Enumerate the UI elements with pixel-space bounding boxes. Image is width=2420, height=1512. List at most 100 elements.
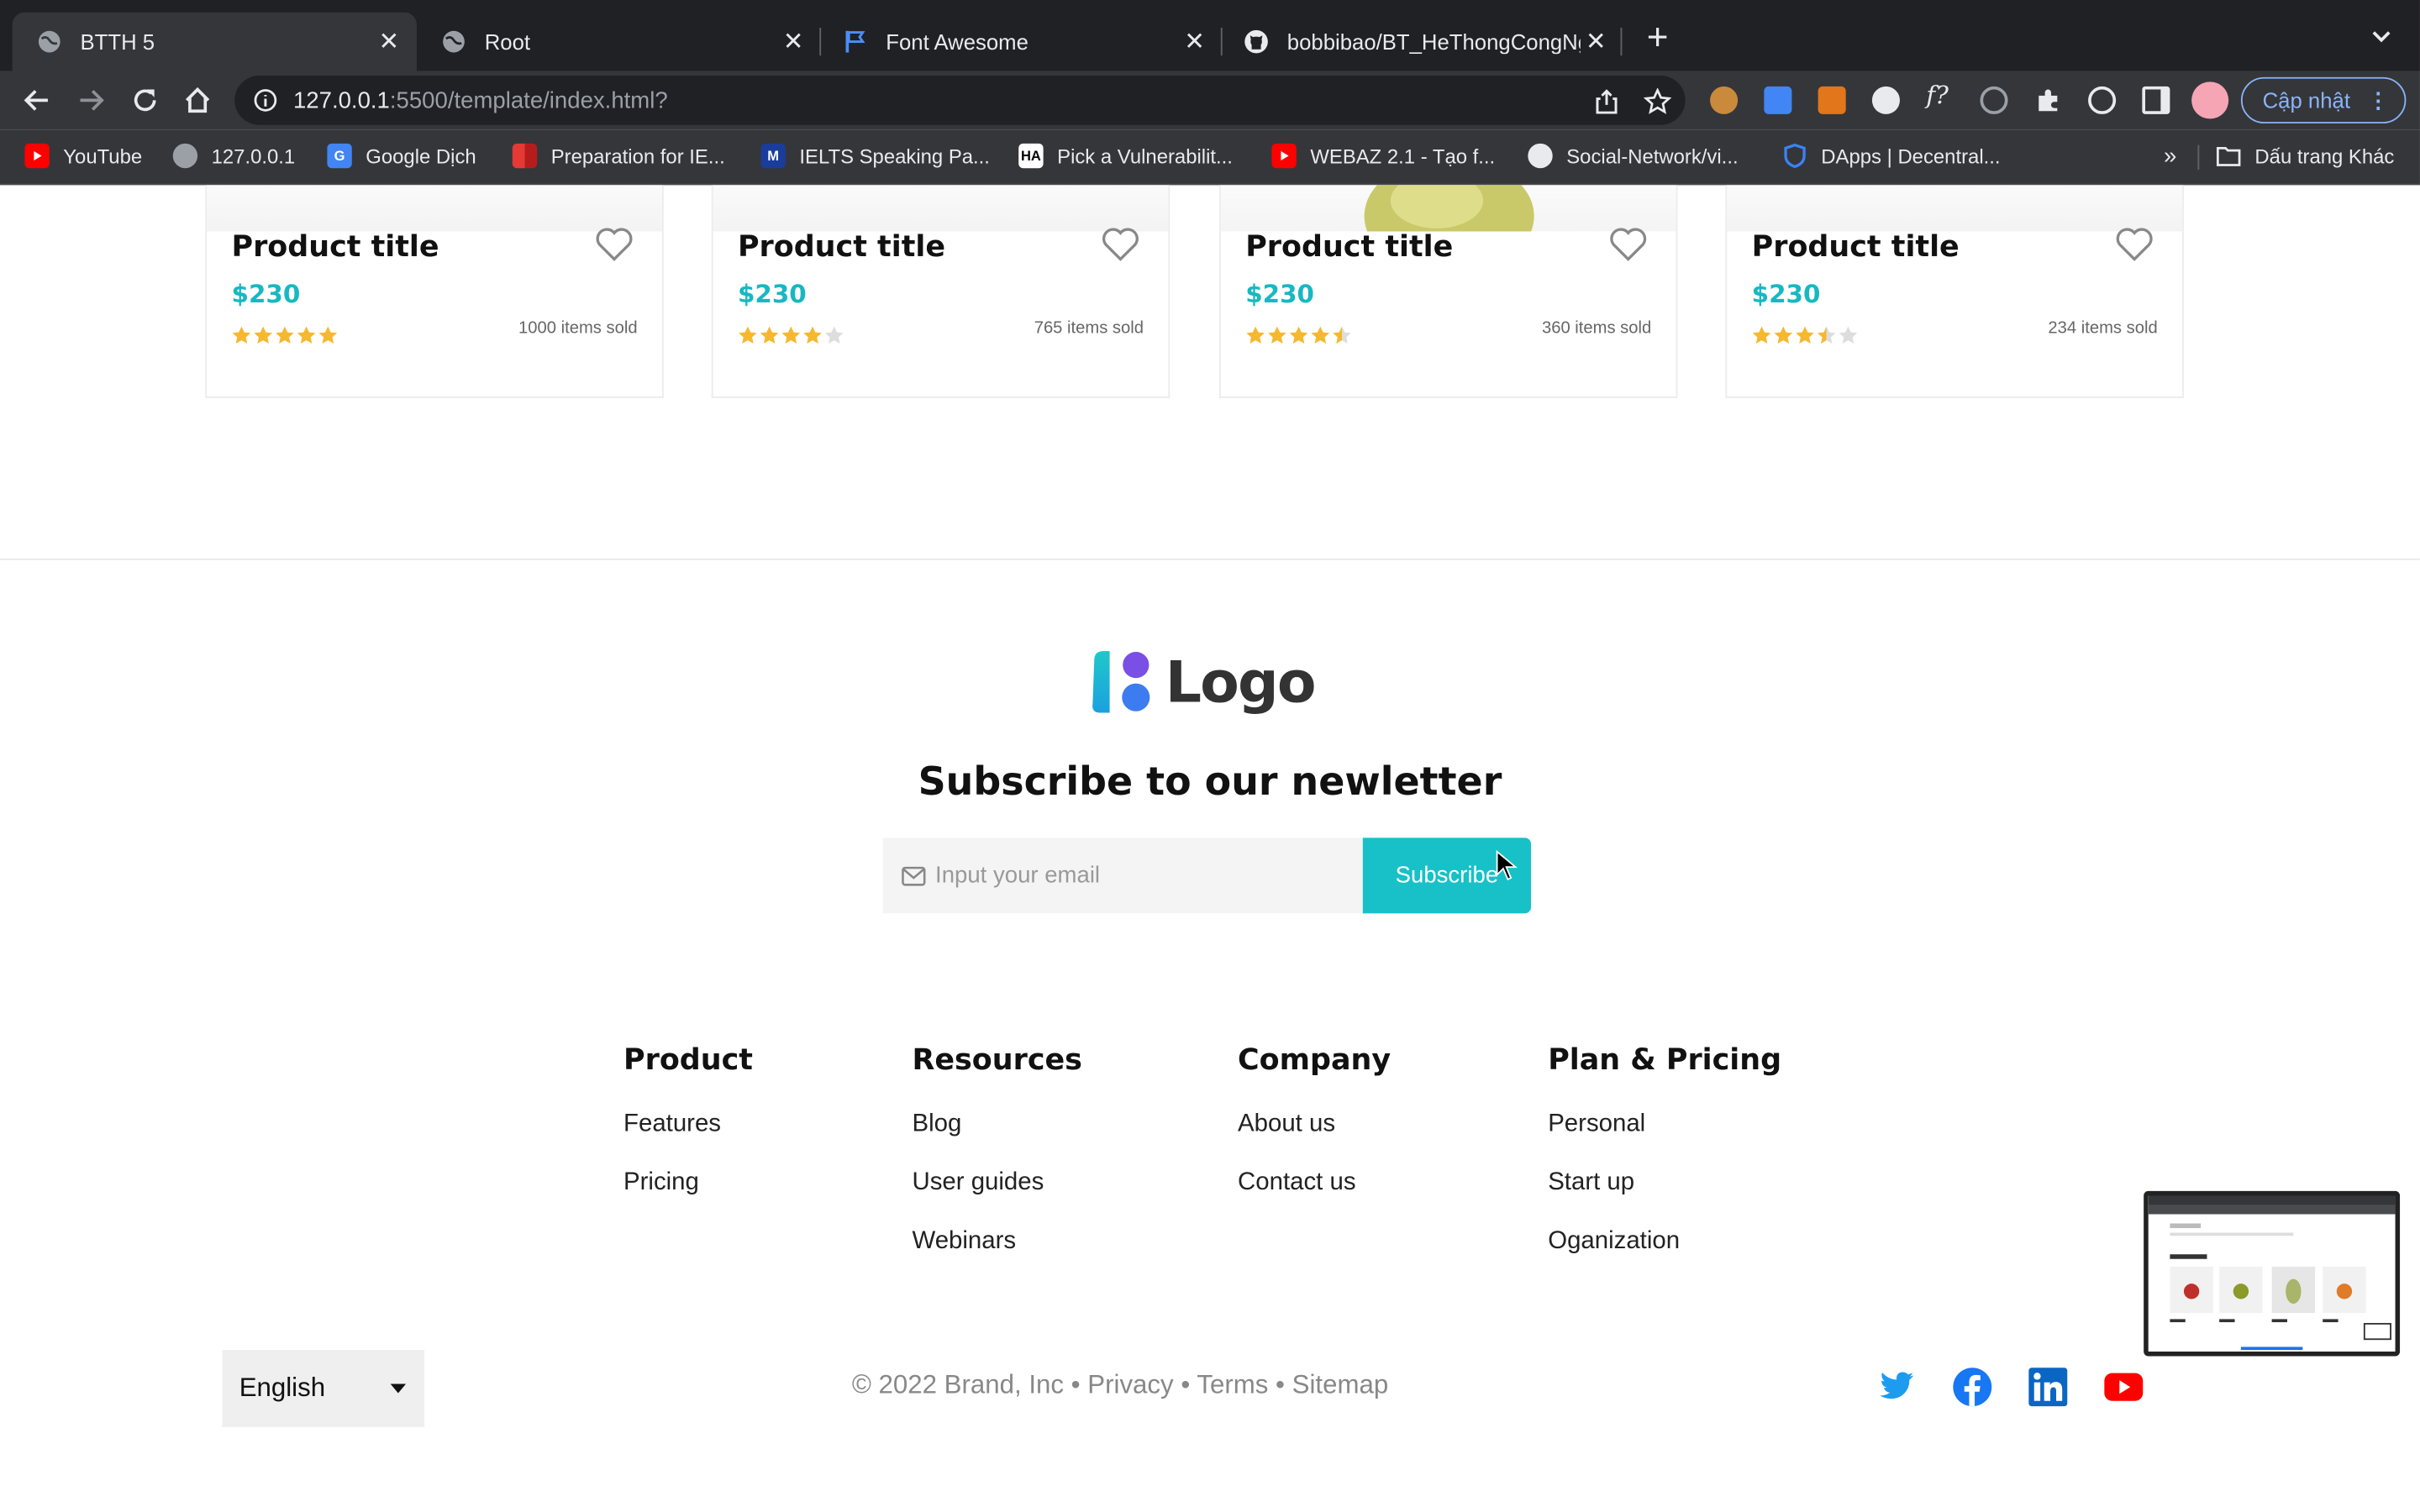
window-preview-thumbnail[interactable] [2144,1190,2401,1357]
bookmark-webaz[interactable]: WEBAZ 2.1 - Tạo f... [1271,143,1495,169]
footer-logo[interactable]: Logo [1088,648,1317,716]
footer-link-start-up[interactable]: Start up [1548,1169,1781,1228]
bookmark-dapps[interactable]: DApps | Decentral... [1782,143,2001,169]
footer-link-personal[interactable]: Personal [1548,1110,1781,1169]
bookmark-preparation[interactable]: Preparation for IE... [512,143,725,169]
star-bookmark-icon[interactable] [1643,87,1672,116]
youtube-icon[interactable] [2103,1367,2144,1407]
metamask-icon[interactable] [1818,86,1846,114]
close-icon[interactable]: ✕ [1581,26,1612,57]
more-vert-icon[interactable]: ⋮ [2367,87,2389,113]
bookmark-label: Google Dịch [366,144,476,168]
update-label: Cập nhật [2262,87,2350,113]
tab-title: Font Awesome [886,29,1028,55]
star-icon [1289,326,1308,344]
bookmark-google-translate[interactable]: G Google Dịch [327,143,476,169]
product-title[interactable]: Product title [232,230,439,264]
facebook-icon[interactable] [1952,1367,1992,1407]
ielts-logo-icon: M [760,143,786,169]
cookie-extension-icon[interactable] [1710,86,1739,114]
bookmark-localhost[interactable]: 127.0.0.1 [172,143,295,169]
items-sold: 234 items sold [2048,319,2158,339]
rating-stars [1245,326,1352,346]
star-icon [1268,326,1286,344]
star-icon [1311,326,1330,344]
github-icon [1244,29,1268,54]
footer-link-organization[interactable]: Oganization [1548,1228,1781,1287]
update-button[interactable]: Cập nhật ⋮ [2240,76,2407,123]
folder-icon [2216,144,2241,168]
lightning-icon[interactable] [2088,86,2117,114]
function-icon[interactable]: f? [1926,81,1954,110]
tab-github[interactable]: bobbibao/BT_HeThongCongNg ✕ [1219,13,1623,71]
share-icon[interactable] [1592,88,1620,116]
footer-link-webinars[interactable]: Webinars [912,1228,1081,1287]
tab-root[interactable]: Root ✕ [417,13,821,71]
product-title[interactable]: Product title [738,230,945,264]
product-card[interactable]: Product title $230 1000 items sold [205,185,664,398]
caret-down-icon [390,1383,407,1394]
extension-circle-icon[interactable] [1871,86,1900,114]
google-translate-icon[interactable] [1764,86,1792,114]
bookmark-vulnerability[interactable]: HA Pick a Vulnerabilit... [1018,143,1233,169]
bookmark-youtube[interactable]: YouTube [24,143,143,169]
heart-icon[interactable] [1608,225,1649,262]
star-icon [1246,326,1265,344]
star-icon [803,326,822,344]
footer-column-resources: Resources Blog User guides Webinars [912,1043,1081,1287]
product-card[interactable]: Product title $230 765 items sold [711,185,1171,398]
footer-link-user-guides[interactable]: User guides [912,1169,1081,1228]
footer-column-heading: Resources [912,1042,1082,1078]
bookmarks-overflow-button[interactable]: » [2164,144,2176,170]
back-icon[interactable] [20,83,54,117]
tab-separator [1620,28,1623,56]
footer-link-pricing[interactable]: Pricing [623,1169,753,1228]
language-select[interactable]: English [222,1350,425,1427]
footer-link-blog[interactable]: Blog [912,1110,1081,1169]
compass-icon[interactable] [1980,86,2008,114]
bookmark-separator [2197,144,2200,171]
page-content: Product title $230 1000 items sold Produ… [0,185,2420,1512]
footer-column-heading: Product [623,1042,753,1078]
other-bookmarks-folder[interactable]: Dấu trang Khác [2216,144,2394,168]
home-icon[interactable] [181,83,214,117]
forward-icon[interactable] [74,83,108,117]
url-host: 127.0.0.1 [292,87,390,113]
side-panel-icon[interactable] [2142,86,2170,114]
product-title[interactable]: Product title [1245,230,1453,264]
envelope-icon [902,865,926,885]
puzzle-extensions-icon[interactable] [2034,87,2062,114]
footer-link-contact-us[interactable]: Contact us [1238,1169,1391,1228]
bookmark-label: YouTube [63,144,143,168]
tab-font-awesome[interactable]: Font Awesome ✕ [818,13,1222,71]
new-tab-button[interactable]: + [1640,19,1674,56]
product-card[interactable]: Product title $230 360 items sold [1218,185,1678,398]
product-title[interactable]: Product title [1752,230,1960,264]
footer-link-features[interactable]: Features [623,1110,753,1169]
bookmark-social-network[interactable]: Social-Network/vi... [1528,143,1739,169]
footer-link-about-us[interactable]: About us [1238,1110,1391,1169]
avatar[interactable] [2191,81,2229,119]
info-icon[interactable] [253,88,277,113]
star-icon [297,326,316,344]
address-bar[interactable]: 127.0.0.1:5500/template/index.html? [234,75,1686,125]
linkedin-icon[interactable] [2028,1367,2068,1407]
email-field[interactable]: Input your email [882,837,1363,914]
tab-btth5[interactable]: BTTH 5 ✕ [12,12,417,71]
product-card[interactable]: Product title $230 234 items sold [1725,185,2184,398]
bookmark-label: Social-Network/vi... [1566,144,1739,168]
star-icon [739,326,757,344]
close-icon[interactable]: ✕ [778,26,809,57]
logo-text: Logo [1165,648,1317,716]
heart-icon[interactable] [594,225,634,262]
star-icon [1774,326,1793,344]
close-icon[interactable]: ✕ [1179,26,1210,57]
twitter-icon[interactable] [1876,1367,1917,1407]
heart-icon[interactable] [2114,225,2154,262]
bookmark-ielts[interactable]: M IELTS Speaking Pa... [760,143,990,169]
heart-icon[interactable] [1101,225,1141,262]
tab-title: BTTH 5 [80,29,155,55]
reload-icon[interactable] [128,83,161,117]
close-icon[interactable]: ✕ [373,26,404,57]
tab-search-chevron-icon[interactable] [2370,24,2392,49]
